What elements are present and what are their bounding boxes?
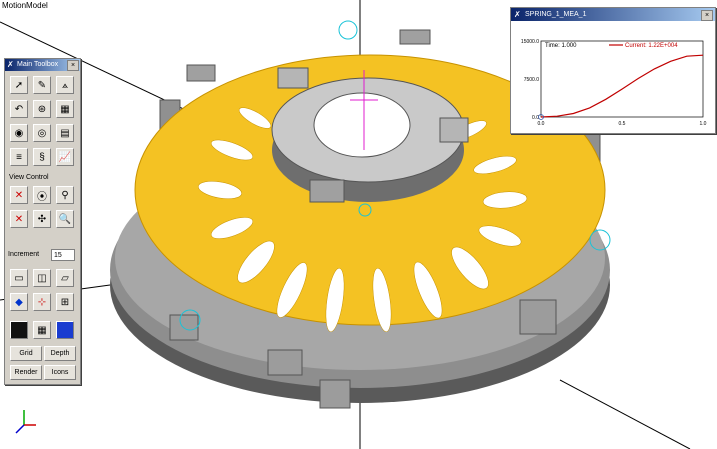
- view-front-button[interactable]: ▭: [10, 269, 28, 287]
- center-button[interactable]: ✕: [10, 210, 28, 228]
- measure-button[interactable]: ⟑: [56, 76, 74, 94]
- clutch-tab: [267, 349, 303, 376]
- calculator-button[interactable]: ▤: [56, 124, 74, 142]
- plot-button[interactable]: 📈: [56, 148, 74, 166]
- triad-icon: ⊹: [37, 296, 47, 308]
- time-readout: Time: 1.000: [545, 43, 577, 49]
- rotate-button[interactable]: ⦿: [33, 186, 51, 204]
- translate-button[interactable]: ✣: [33, 210, 51, 228]
- cube-front-icon: ▭: [14, 272, 24, 284]
- view-right-button[interactable]: ◫: [33, 269, 51, 287]
- hub-lug: [277, 67, 309, 89]
- undo-icon: ↶: [14, 103, 24, 115]
- plot-icon: 📈: [58, 151, 72, 163]
- hub-bore: [313, 92, 411, 158]
- arrow-icon: ➚: [14, 79, 24, 91]
- calculator-icon: ▤: [60, 127, 70, 139]
- increment-label: Increment: [8, 251, 40, 258]
- clutch-tab: [319, 379, 351, 409]
- simulate-button[interactable]: ◉: [10, 124, 28, 142]
- measure-plot[interactable]: 0.07500.015000.00.0 0.5 1.0 Time: 1.000 Cu…: [511, 21, 715, 133]
- x-tick-label: 0.5: [619, 121, 626, 127]
- view-control-label: View Control: [9, 174, 49, 181]
- depth-button[interactable]: Depth: [44, 346, 76, 361]
- clutch-tab: [519, 299, 557, 335]
- center-icon: ✕: [14, 213, 24, 225]
- triad-button[interactable]: ⊹: [33, 293, 51, 311]
- y-tick-label: 7500.0: [524, 77, 540, 83]
- increment-input[interactable]: 15: [51, 249, 75, 261]
- zoom-icon: ⚲: [61, 189, 69, 201]
- info-button[interactable]: ≡: [10, 148, 28, 166]
- main-toolbox[interactable]: ✗ Main Toolbox × ➚ ✎ ⟑ ↶ ⊛ ▦ ◉ ◎ ▤ ≡ § 📈…: [4, 58, 81, 385]
- plot-axes: 0.07500.015000.00.0 0.5 1.0: [521, 39, 707, 127]
- x-tick-label: 0.0: [538, 121, 545, 127]
- select-arrow-button[interactable]: ➚: [10, 76, 28, 94]
- plot-window-title: SPRING_1_MEA_1: [525, 11, 587, 18]
- grid-icon: ▦: [37, 324, 47, 336]
- wireframe-button[interactable]: ▦: [33, 321, 51, 339]
- plot-window-titlebar[interactable]: ✗ SPRING_1_MEA_1 ×: [511, 8, 715, 21]
- toolbox-title: Main Toolbox: [17, 61, 59, 68]
- current-readout: Current: 1.22E+004: [625, 43, 678, 49]
- translate-icon: ✣: [37, 213, 47, 225]
- frame-line: [559, 379, 691, 449]
- magnify-icon: 🔍: [58, 213, 72, 225]
- animate-icon: ◎: [37, 127, 47, 139]
- y-tick-label: 15000.0: [521, 39, 539, 45]
- link-button[interactable]: ⊛: [33, 100, 51, 118]
- dimension-icon: ⊞: [60, 296, 70, 308]
- fit-icon: ✕: [14, 189, 24, 201]
- rotate-icon: ⦿: [37, 191, 47, 203]
- toolbox-titlebar[interactable]: ✗ Main Toolbox ×: [5, 59, 80, 71]
- info-icon: ≡: [16, 151, 22, 163]
- animate-button[interactable]: ◎: [33, 124, 51, 142]
- table-button[interactable]: ▦: [56, 100, 74, 118]
- compass-icon: ⟑: [61, 79, 69, 91]
- view-top-button[interactable]: ▱: [56, 269, 74, 287]
- pencil-icon: ✎: [37, 79, 47, 91]
- blue-bg-button[interactable]: [56, 321, 74, 339]
- icons-button[interactable]: Icons: [44, 365, 76, 380]
- view-iso-button[interactable]: ◆: [10, 293, 28, 311]
- axis-triad-icon: [15, 410, 36, 434]
- clutch-tab: [186, 64, 216, 82]
- render-button[interactable]: Render: [10, 365, 42, 380]
- plot-window[interactable]: ✗ SPRING_1_MEA_1 × 0.0 7500.0 15000.0 0.0 0.…: [510, 7, 716, 134]
- zoom-button[interactable]: ⚲: [56, 186, 74, 204]
- cube-right-icon: ◫: [37, 272, 47, 284]
- plot-close-icon[interactable]: ×: [701, 10, 713, 21]
- dimension-button[interactable]: ⊞: [56, 293, 74, 311]
- plot-series: [538, 54, 704, 120]
- magnify-button[interactable]: 🔍: [56, 210, 74, 228]
- undo-button[interactable]: ↶: [10, 100, 28, 118]
- zoom-fit-button[interactable]: ✕: [10, 186, 28, 204]
- cube-top-icon: ▱: [61, 272, 69, 284]
- hub-lug: [309, 179, 345, 203]
- clutch-tab: [399, 29, 431, 45]
- link-icon: ⊛: [37, 103, 47, 115]
- spring-button[interactable]: §: [33, 148, 51, 166]
- x-tick-label: 1.0: [700, 121, 707, 127]
- cube-iso-icon: ◆: [15, 296, 23, 308]
- plot-app-logo-icon: ✗: [514, 10, 521, 19]
- simulate-icon: ◉: [14, 127, 24, 139]
- hub-lug: [439, 117, 469, 143]
- plot-frame: [540, 40, 704, 118]
- grid-button[interactable]: Grid: [10, 346, 42, 361]
- series-line-current: [540, 54, 704, 118]
- edit-button[interactable]: ✎: [33, 76, 51, 94]
- toolbox-close-icon[interactable]: ×: [67, 60, 79, 71]
- app-logo-icon: ✗: [7, 60, 14, 69]
- spring-icon: §: [39, 151, 45, 163]
- black-bg-button[interactable]: [10, 321, 28, 339]
- table-icon: ▦: [60, 103, 70, 115]
